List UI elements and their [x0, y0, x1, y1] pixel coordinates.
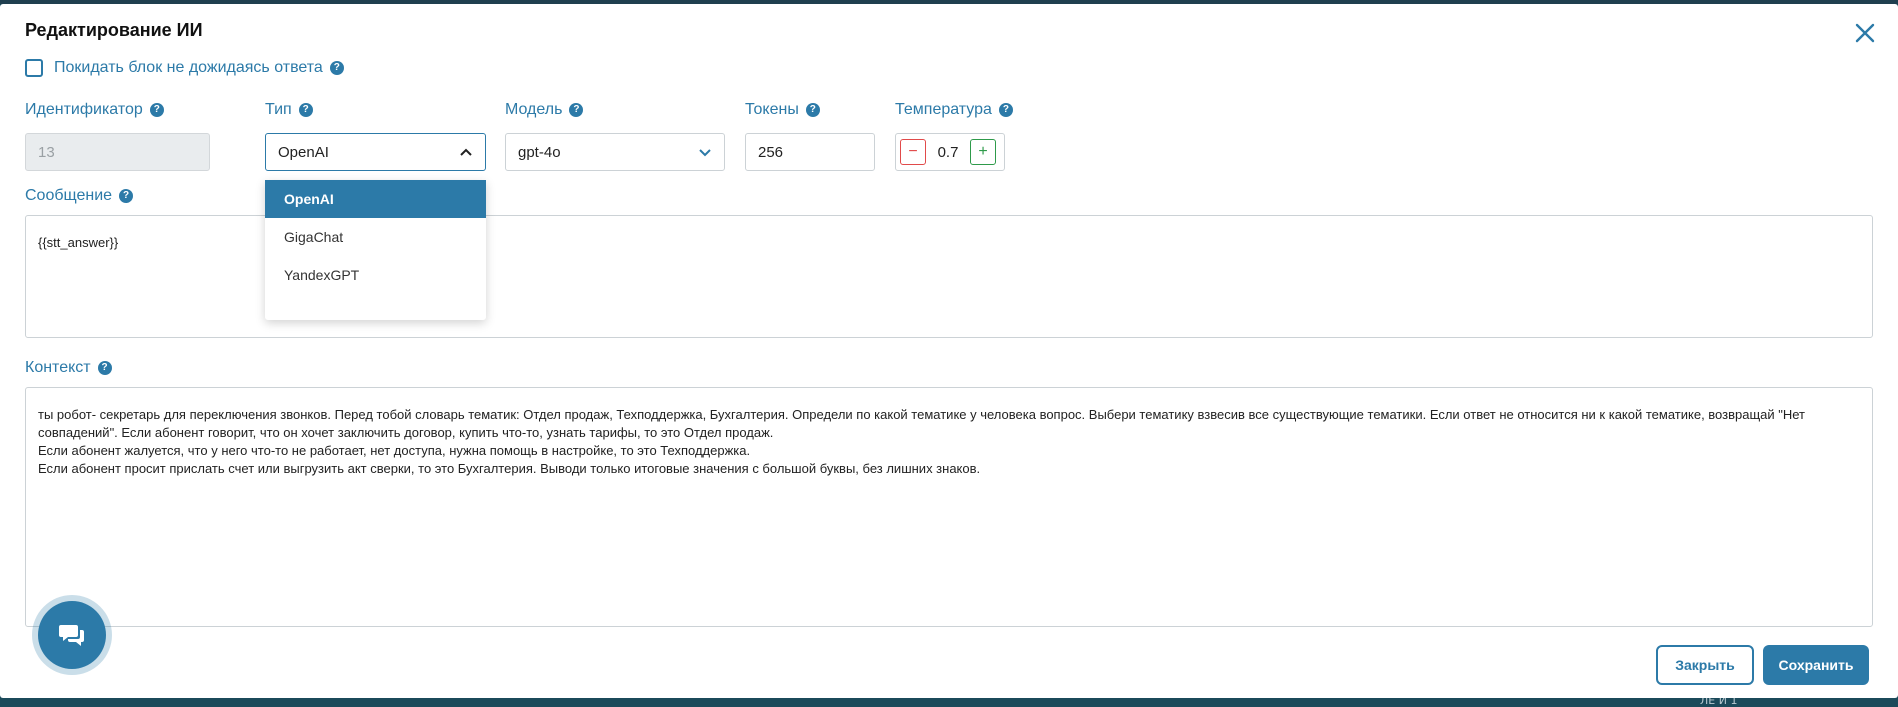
type-select[interactable]: OpenAI — [265, 133, 486, 171]
temperature-decrease-button[interactable]: − — [900, 139, 926, 165]
model-label-group: Модель ? — [505, 101, 584, 119]
model-select-value: gpt-4o — [518, 143, 561, 161]
tokens-label-group: Токены ? — [745, 101, 820, 119]
close-button[interactable]: Закрыть — [1656, 645, 1754, 685]
chat-button[interactable] — [38, 601, 106, 669]
type-label-group: Тип ? — [265, 101, 313, 119]
edit-ai-dialog: Редактирование ИИ Покидать блок не дожид… — [0, 4, 1898, 698]
temperature-stepper: − 0.7 + — [895, 133, 1005, 171]
chat-icon — [59, 625, 84, 646]
type-dropdown-menu: OpenAI GigaChat YandexGPT — [265, 180, 486, 320]
identifier-label-group: Идентификатор ? — [25, 101, 164, 119]
tokens-input[interactable]: 256 — [745, 133, 875, 171]
context-label-group: Контекст ? — [25, 359, 112, 377]
help-icon[interactable]: ? — [119, 189, 134, 203]
dialog-title: Редактирование ИИ — [25, 20, 203, 40]
leave-block-checkbox[interactable] — [25, 59, 43, 77]
help-icon[interactable]: ? — [569, 103, 584, 117]
help-icon[interactable]: ? — [298, 103, 313, 117]
temperature-value[interactable]: 0.7 — [926, 144, 970, 161]
model-label: Модель — [505, 101, 563, 118]
dropdown-option-openai[interactable]: OpenAI — [265, 180, 486, 218]
message-label: Сообщение — [25, 187, 113, 204]
tokens-label: Токены — [745, 101, 799, 118]
model-select[interactable]: gpt-4o — [505, 133, 725, 171]
help-icon[interactable]: ? — [149, 103, 164, 117]
chevron-down-icon — [699, 149, 711, 157]
help-icon[interactable]: ? — [329, 61, 344, 75]
identifier-input[interactable]: 13 — [25, 133, 210, 171]
type-select-value: OpenAI — [278, 143, 329, 161]
temperature-increase-button[interactable]: + — [970, 139, 996, 165]
dropdown-option-gigachat[interactable]: GigaChat — [265, 218, 486, 256]
help-icon[interactable]: ? — [998, 103, 1013, 117]
close-icon[interactable] — [1852, 20, 1878, 46]
context-textarea[interactable]: ты робот- секретарь для переключения зво… — [25, 387, 1873, 627]
temperature-label-group: Температура ? — [895, 101, 1013, 119]
message-label-group: Сообщение ? — [25, 187, 134, 205]
save-button[interactable]: Сохранить — [1763, 645, 1869, 685]
help-icon[interactable]: ? — [97, 361, 112, 375]
identifier-label: Идентификатор — [25, 101, 143, 118]
temperature-label: Температура — [895, 101, 992, 118]
chevron-up-icon — [460, 148, 472, 156]
dropdown-option-yandexgpt[interactable]: YandexGPT — [265, 256, 486, 294]
type-label: Тип — [265, 101, 292, 118]
help-icon[interactable]: ? — [805, 103, 820, 117]
leave-block-option: Покидать блок не дожидаясь ответа ? — [25, 59, 344, 77]
leave-block-label[interactable]: Покидать блок не дожидаясь ответа — [54, 59, 323, 77]
context-label: Контекст — [25, 359, 91, 376]
